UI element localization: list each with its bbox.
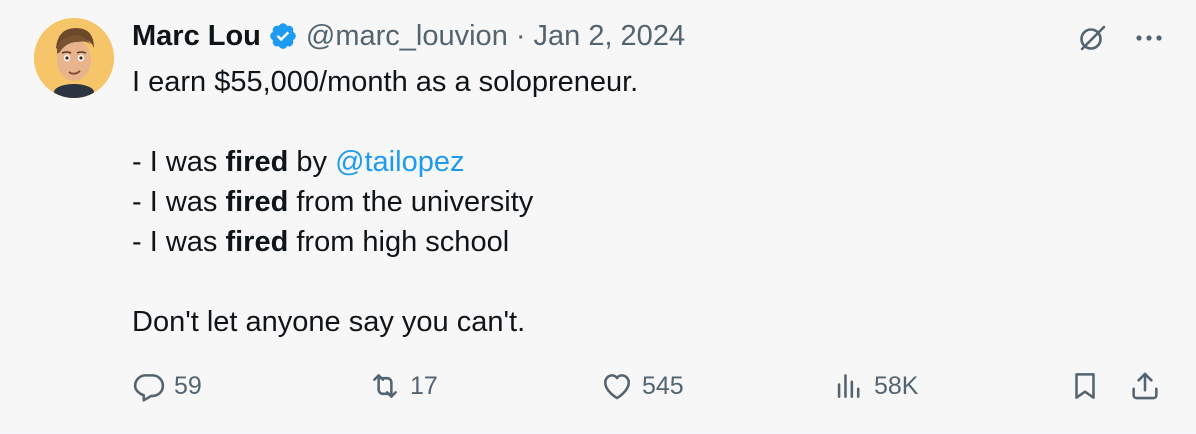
item-1-prefix: - I was xyxy=(132,146,226,178)
more-icon[interactable] xyxy=(1132,21,1166,55)
mention-link[interactable]: @tailopez xyxy=(335,146,464,178)
bookmark-icon xyxy=(1068,369,1102,403)
item-3-bold: fired xyxy=(225,226,289,258)
tweet-line-item-3: - I was fired from high school xyxy=(132,222,1132,262)
views-icon xyxy=(832,369,866,403)
repost-icon xyxy=(368,369,402,403)
repost-count: 17 xyxy=(410,371,438,400)
header-separator: · xyxy=(515,19,526,52)
item-2-prefix: - I was xyxy=(132,186,226,218)
tweet-line-closing: Don't let anyone say you can't. xyxy=(132,306,526,338)
heart-icon xyxy=(600,369,634,403)
tweet-card[interactable]: Marc Lou @marc_louvion · Jan 2, 2024 I e… xyxy=(0,0,1196,434)
item-1-bold: fired xyxy=(225,146,289,178)
action-bar: 59 17 545 58K xyxy=(132,366,1166,406)
reply-button[interactable]: 59 xyxy=(132,366,202,406)
item-2-suffix: from the university xyxy=(288,186,534,218)
like-button[interactable]: 545 xyxy=(600,366,684,406)
verified-badge-icon xyxy=(268,21,298,51)
avatar[interactable] xyxy=(34,18,114,98)
tweet-date[interactable]: Jan 2, 2024 xyxy=(534,20,686,53)
reply-count: 59 xyxy=(174,371,202,400)
like-count: 545 xyxy=(642,371,684,400)
repost-button[interactable]: 17 xyxy=(368,366,438,406)
item-3-prefix: - I was xyxy=(132,226,226,258)
author-name[interactable]: Marc Lou xyxy=(132,20,261,53)
share-button[interactable] xyxy=(1128,366,1162,406)
author-handle[interactable]: @marc_louvion xyxy=(306,20,508,53)
item-1-mid: by xyxy=(288,146,336,178)
item-2-bold: fired xyxy=(225,186,289,218)
tweet-line-item-2: - I was fired from the university xyxy=(132,182,1132,222)
grok-icon[interactable] xyxy=(1074,20,1110,56)
tweet-header: Marc Lou @marc_louvion · Jan 2, 2024 xyxy=(132,19,685,53)
top-right-controls xyxy=(1074,20,1166,56)
views-count: 58K xyxy=(874,371,919,400)
tweet-line-headline: I earn $55,000/month as a solopreneur. xyxy=(132,66,639,98)
reply-icon xyxy=(132,369,166,403)
tweet-text: I earn $55,000/month as a solopreneur. -… xyxy=(132,62,1132,342)
share-icon xyxy=(1128,369,1162,403)
item-3-suffix: from high school xyxy=(288,226,510,258)
tweet-line-item-1: - I was fired by @tailopez xyxy=(132,142,1132,182)
bookmark-button[interactable] xyxy=(1068,366,1102,406)
views-button[interactable]: 58K xyxy=(832,366,918,406)
